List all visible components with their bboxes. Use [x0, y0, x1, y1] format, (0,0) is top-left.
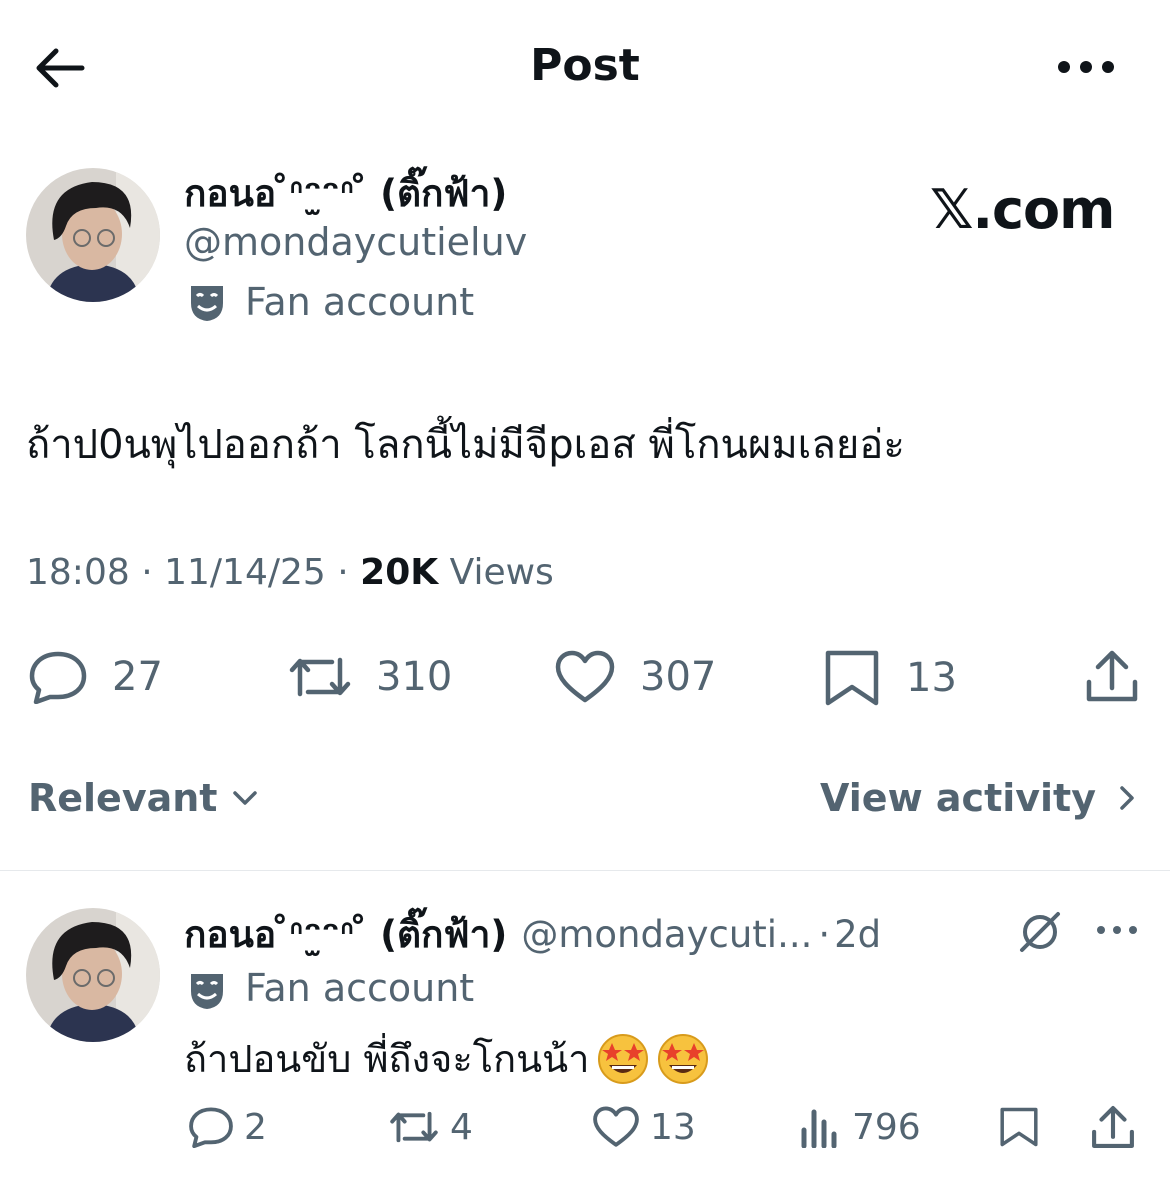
reply-reply-button[interactable]: 2 [188, 1106, 267, 1148]
reply-handle[interactable]: @mondaycuti... [521, 913, 812, 956]
mute-icon [1020, 912, 1060, 952]
bookmark-button[interactable]: 13 [822, 650, 957, 706]
reply-age[interactable]: 2d [834, 913, 881, 956]
reply-account-label: Fan account [245, 966, 475, 1010]
more-icon [1097, 926, 1137, 934]
reply-text-row: ถ้าปอนขับ พี่ถึงจะโกนน้า [184, 1028, 709, 1089]
like-button[interactable]: 307 [554, 650, 716, 704]
like-count: 307 [640, 654, 717, 700]
views-count[interactable]: 20K [360, 552, 438, 593]
bookmark-icon [1000, 1107, 1038, 1147]
more-options-button[interactable] [1050, 45, 1120, 89]
divider [0, 870, 1170, 871]
like-icon [593, 1106, 639, 1147]
repost-icon [289, 657, 351, 697]
post-date: 11/14/25 [164, 552, 326, 593]
view-activity-label: View activity [820, 776, 1096, 820]
star-struck-emoji-icon [598, 1033, 649, 1084]
more-icon [1058, 61, 1114, 73]
theater-mask-icon [188, 283, 226, 323]
author-display-name[interactable]: กอนอ ̊ᐢ⁠ᵔ⁠̫⁠ᵔ⁠ᐢ ̊ (ติ๊กฟ้า) [184, 164, 507, 223]
views-label[interactable]: Views [450, 552, 554, 593]
mute-button[interactable] [1016, 908, 1064, 956]
separator: · [141, 552, 153, 593]
reply-repost-count: 4 [450, 1106, 473, 1148]
reply-display-name[interactable]: กอนอ ̊ᐢ⁠ᵔ⁠̫⁠ᵔ⁠ᐢ ̊ (ติ๊กฟ้า) [184, 905, 507, 964]
sort-replies-dropdown[interactable]: Relevant [28, 776, 263, 820]
post-time: 18:08 [26, 552, 130, 593]
x-watermark: 𝕏.com [930, 178, 1115, 241]
star-struck-emoji-icon [658, 1033, 709, 1084]
reply-button[interactable]: 27 [28, 650, 163, 704]
post-text: ถ้าป0นพุไปออกถ้า โลกนี้ไม่มีจีpเอส พี่โก… [26, 422, 905, 468]
reply-avatar[interactable] [26, 908, 160, 1042]
separator: · [818, 913, 831, 956]
page-title: Post [530, 40, 640, 91]
repost-count: 310 [376, 654, 453, 700]
account-label: Fan account [245, 280, 475, 324]
reply-count: 27 [112, 654, 163, 700]
repost-icon [390, 1111, 438, 1143]
reply-header: กอนอ ̊ᐢ⁠ᵔ⁠̫⁠ᵔ⁠ᐢ ̊ (ติ๊กฟ้า) @mondaycuti.… [184, 905, 881, 964]
reply-more-button[interactable] [1093, 916, 1141, 944]
theater-mask-icon [188, 971, 226, 1011]
bookmark-icon [825, 650, 879, 706]
share-icon [1086, 650, 1138, 702]
chevron-down-icon [233, 791, 258, 805]
reply-like-button[interactable]: 13 [592, 1106, 696, 1148]
avatar[interactable] [26, 168, 160, 302]
views-icon [801, 1109, 837, 1148]
reply-views-button[interactable]: 796 [798, 1106, 921, 1148]
reply-repost-button[interactable]: 4 [388, 1106, 473, 1148]
reply-views-count: 796 [852, 1106, 921, 1148]
reply-share-button[interactable] [1090, 1104, 1136, 1150]
reply-reply-count: 2 [244, 1106, 267, 1148]
reply-icon [29, 651, 87, 704]
reply-like-count: 13 [650, 1106, 696, 1148]
bookmark-count: 13 [906, 655, 957, 701]
reply-text: ถ้าปอนขับ พี่ถึงจะโกนน้า [184, 1037, 590, 1081]
author-handle[interactable]: @mondaycutieluv [184, 220, 527, 264]
view-activity-link[interactable]: View activity [820, 776, 1142, 820]
like-icon [555, 650, 615, 703]
share-button[interactable] [1084, 648, 1140, 704]
chevron-right-icon [1120, 786, 1134, 810]
share-icon [1092, 1106, 1134, 1148]
reply-icon [189, 1107, 233, 1148]
separator: · [337, 552, 349, 593]
sort-label: Relevant [28, 776, 218, 820]
post-metadata: 18:08 · 11/14/25 · 20K Views [26, 552, 554, 593]
reply-bookmark-button[interactable] [998, 1104, 1040, 1150]
repost-button[interactable]: 310 [288, 650, 452, 704]
